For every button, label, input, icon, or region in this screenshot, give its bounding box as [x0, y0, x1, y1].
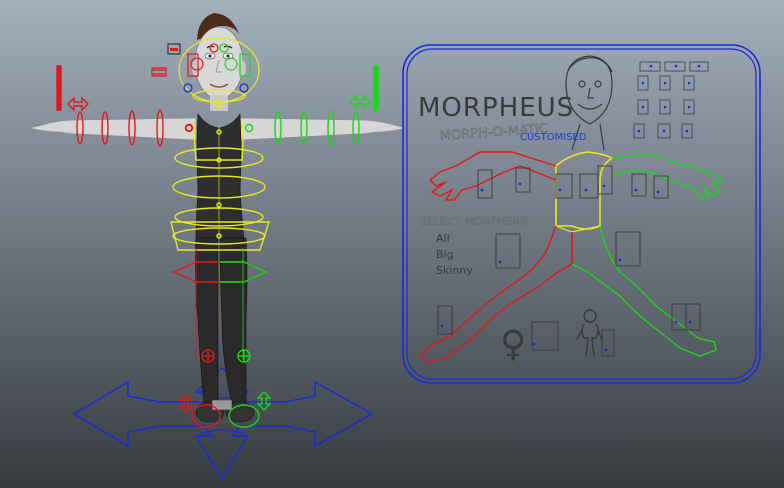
morpher-option-big[interactable]: Big — [436, 248, 454, 261]
maya-viewport[interactable]: MORPHEUS MORPH-O-MATIC CUSTOMISED SELECT… — [0, 0, 784, 488]
right-foot-updown-arrow-icon[interactable] — [256, 391, 272, 411]
ground-control-four-way-arrow-icon[interactable] — [72, 366, 374, 480]
morph-slider-boxes[interactable] — [437, 165, 701, 357]
diagram-hips[interactable] — [555, 225, 601, 233]
panel-title: MORPHEUS — [418, 93, 574, 123]
diagram-torso[interactable] — [555, 151, 614, 230]
viewport-canvas: MORPHEUS MORPH-O-MATIC CUSTOMISED SELECT… — [29, 13, 761, 480]
character-rig — [29, 13, 407, 480]
face-selector-grid[interactable] — [633, 61, 709, 139]
select-morphers-label: SELECT MORPHERS — [420, 215, 527, 228]
male-silhouette-icon[interactable] — [575, 309, 603, 357]
morph-panel[interactable]: MORPHEUS MORPH-O-MATIC CUSTOMISED SELECT… — [402, 44, 761, 384]
morpher-option-all[interactable]: All — [436, 232, 450, 245]
female-symbol-icon[interactable]: ♀ — [500, 324, 526, 365]
diagram-leg-right[interactable] — [571, 225, 717, 357]
panel-tagline: CUSTOMISED — [520, 132, 587, 143]
left-foot-updown-arrow-icon[interactable] — [178, 393, 194, 413]
diagram-arm-left[interactable] — [428, 151, 557, 201]
morpher-option-skinny[interactable]: Skinny — [436, 264, 473, 277]
legs — [195, 237, 255, 423]
